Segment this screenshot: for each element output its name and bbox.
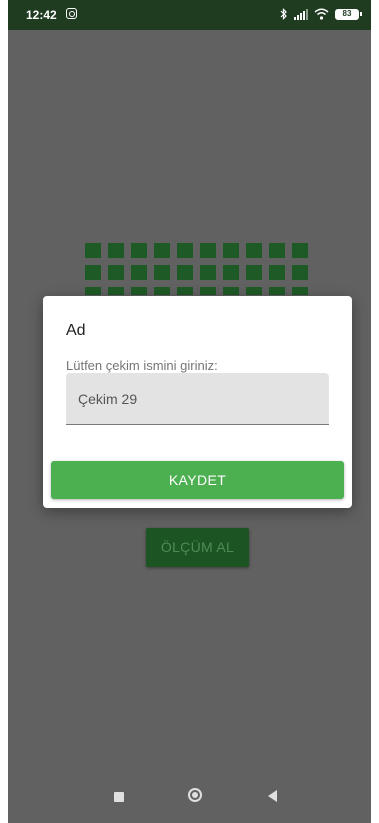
status-time: 12:42: [26, 8, 57, 22]
save-button[interactable]: KAYDET: [51, 461, 344, 499]
wifi-icon: [314, 8, 329, 20]
name-dialog: Ad Lütfen çekim ismini giriniz: KAYDET: [43, 296, 352, 508]
measure-button: ÖLÇÜM AL: [146, 528, 249, 567]
recent-apps-icon[interactable]: [114, 792, 124, 802]
home-icon[interactable]: [188, 788, 202, 802]
capture-name-input[interactable]: [66, 373, 329, 425]
status-icons: 83: [274, 7, 362, 21]
navigation-bar: [8, 770, 371, 823]
app-screen: 12:42 83 ÖLÇÜM AL Ad Lütfen çekim ismini…: [8, 0, 371, 823]
status-bar: 12:42 83: [8, 0, 371, 30]
signal-icon: [294, 8, 308, 20]
bluetooth-icon: [280, 8, 287, 20]
dialog-title: Ad: [66, 322, 86, 339]
instagram-icon: [66, 8, 77, 19]
dialog-prompt: Lütfen çekim ismini giriniz:: [66, 358, 218, 373]
battery-icon: 83: [335, 8, 362, 20]
grid-pattern: [85, 243, 310, 295]
back-icon[interactable]: [268, 790, 277, 802]
